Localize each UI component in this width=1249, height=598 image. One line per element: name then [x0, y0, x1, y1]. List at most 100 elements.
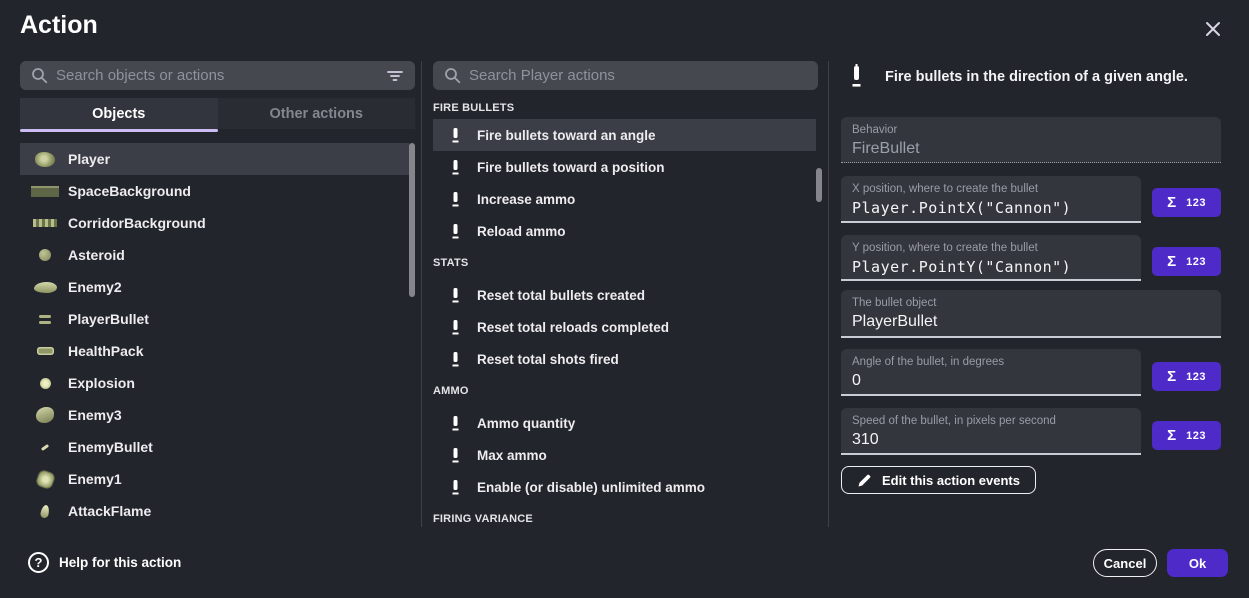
- object-item-healthpack[interactable]: HealthPack: [20, 335, 409, 367]
- filter-icon[interactable]: [375, 69, 404, 83]
- tab-other-actions[interactable]: Other actions: [218, 98, 416, 129]
- tab-objects-label: Objects: [92, 106, 145, 122]
- field-speed[interactable]: Speed of the bullet, in pixels per secon…: [841, 408, 1141, 455]
- actions-search-input[interactable]: [461, 67, 818, 84]
- category-header: FIRING VARIANCE: [433, 503, 816, 527]
- object-item-spacebackground[interactable]: SpaceBackground: [20, 175, 409, 207]
- object-label: Enemy1: [68, 471, 122, 487]
- help-label: Help for this action: [59, 555, 181, 570]
- action-item-reset-total-reloads-completed[interactable]: Reset total reloads completed: [433, 311, 816, 343]
- action-item-fire-bullets-toward-a-position[interactable]: Fire bullets toward a position: [433, 151, 816, 183]
- object-item-attackflame[interactable]: AttackFlame: [20, 495, 409, 527]
- action-item-max-ammo[interactable]: Max ammo: [433, 439, 816, 471]
- object-label: HealthPack: [68, 343, 143, 359]
- action-label: Enable (or disable) unlimited ammo: [477, 480, 705, 495]
- object-item-playerbullet[interactable]: PlayerBullet: [20, 303, 409, 335]
- enemy1-sprite-icon: [30, 472, 60, 487]
- bullet-icon: [451, 351, 460, 368]
- action-item-enable-unlimited-ammo[interactable]: Enable (or disable) unlimited ammo: [433, 471, 816, 503]
- action-label: Fire bullets toward a position: [477, 160, 665, 175]
- field-value[interactable]: Player.PointY("Cannon"): [852, 258, 1130, 276]
- bullet-icon: [451, 447, 460, 464]
- sigma-icon: Σ: [1167, 253, 1176, 270]
- object-item-enemy1[interactable]: Enemy1: [20, 463, 409, 495]
- tab-objects[interactable]: Objects: [20, 98, 218, 129]
- action-item-reload-ammo[interactable]: Reload ammo: [433, 215, 816, 247]
- field-angle[interactable]: Angle of the bullet, in degrees 0: [841, 349, 1141, 396]
- cancel-button[interactable]: Cancel: [1093, 549, 1157, 577]
- field-label: Speed of the bullet, in pixels per secon…: [852, 415, 1130, 427]
- corridorbackground-sprite-icon: [30, 219, 60, 227]
- actions-list: FIRE BULLETS Fire bullets toward an angl…: [433, 96, 816, 527]
- ok-button[interactable]: Ok: [1167, 549, 1228, 577]
- field-value[interactable]: 310: [852, 431, 1130, 449]
- action-item-fire-bullets-toward-an-angle[interactable]: Fire bullets toward an angle: [433, 119, 816, 151]
- action-label: Reset total bullets created: [477, 288, 645, 303]
- enemy2-sprite-icon: [30, 282, 60, 293]
- asteroid-sprite-icon: [30, 249, 60, 261]
- object-item-enemy2[interactable]: Enemy2: [20, 271, 409, 303]
- field-y-position[interactable]: Y position, where to create the bullet P…: [841, 235, 1141, 281]
- field-x-position[interactable]: X position, where to create the bullet P…: [841, 176, 1141, 223]
- bullet-icon: [451, 223, 460, 240]
- healthpack-sprite-icon: [30, 347, 60, 355]
- field-label: The bullet object: [852, 297, 1210, 309]
- objects-search-input[interactable]: [48, 67, 375, 84]
- action-label: Reset total shots fired: [477, 352, 619, 367]
- bullet-icon: [451, 479, 460, 496]
- enemybullet-sprite-icon: [30, 446, 60, 449]
- field-label: Angle of the bullet, in degrees: [852, 356, 1130, 368]
- bullet-icon: [451, 159, 460, 176]
- expression-editor-button[interactable]: Σ 123: [1152, 247, 1221, 276]
- field-bullet-object[interactable]: The bullet object PlayerBullet: [841, 290, 1221, 338]
- expression-editor-button[interactable]: Σ 123: [1152, 421, 1221, 450]
- category-header: STATS: [433, 247, 816, 279]
- field-label: Y position, where to create the bullet: [852, 242, 1130, 254]
- field-behavior: Behavior FireBullet: [841, 117, 1221, 163]
- object-item-asteroid[interactable]: Asteroid: [20, 239, 409, 271]
- pencil-icon: [857, 473, 872, 488]
- field-value[interactable]: 0: [852, 372, 1130, 390]
- left-tabs: Objects Other actions: [20, 98, 415, 129]
- bullet-icon: [451, 127, 460, 144]
- action-item-reset-total-shots-fired[interactable]: Reset total shots fired: [433, 343, 816, 375]
- bullet-icon: [451, 191, 460, 208]
- action-item-increase-ammo[interactable]: Increase ammo: [433, 183, 816, 215]
- object-label: CorridorBackground: [68, 215, 206, 231]
- object-label: Explosion: [68, 375, 135, 391]
- page-title: Action: [20, 11, 98, 40]
- action-item-reset-total-bullets-created[interactable]: Reset total bullets created: [433, 279, 816, 311]
- object-item-corridorbackground[interactable]: CorridorBackground: [20, 207, 409, 239]
- attackflame-sprite-icon: [30, 505, 60, 518]
- expression-editor-button[interactable]: Σ 123: [1152, 188, 1221, 217]
- object-label: Enemy2: [68, 279, 122, 295]
- object-item-player[interactable]: Player: [20, 143, 409, 175]
- objects-list-scrollbar[interactable]: [409, 143, 415, 297]
- field-value[interactable]: PlayerBullet: [852, 313, 1210, 331]
- field-value: FireBullet: [852, 140, 1210, 158]
- action-description-row: Fire bullets in the direction of a given…: [850, 64, 1215, 90]
- object-label: PlayerBullet: [68, 311, 149, 327]
- actions-list-scrollbar[interactable]: [816, 168, 822, 202]
- object-label: EnemyBullet: [68, 439, 153, 455]
- edit-action-events-button[interactable]: Edit this action events: [841, 466, 1036, 494]
- numbers-icon: 123: [1186, 371, 1206, 383]
- action-dialog: Action Objects Other actions Player Spac…: [0, 0, 1249, 598]
- explosion-sprite-icon: [30, 378, 60, 389]
- sigma-icon: Σ: [1167, 427, 1176, 444]
- tab-other-actions-label: Other actions: [270, 106, 363, 122]
- object-item-explosion[interactable]: Explosion: [20, 367, 409, 399]
- expression-editor-button[interactable]: Σ 123: [1152, 362, 1221, 391]
- middle-right-divider: [828, 61, 829, 527]
- action-item-ammo-quantity[interactable]: Ammo quantity: [433, 407, 816, 439]
- object-label: Asteroid: [68, 247, 125, 263]
- tab-active-underline: [20, 129, 218, 132]
- object-item-enemybullet[interactable]: EnemyBullet: [20, 431, 409, 463]
- field-value[interactable]: Player.PointX("Cannon"): [852, 199, 1130, 217]
- help-button[interactable]: ? Help for this action: [28, 552, 181, 573]
- objects-list: Player SpaceBackground CorridorBackgroun…: [20, 143, 409, 527]
- search-icon: [444, 67, 461, 84]
- object-label: Player: [68, 151, 110, 167]
- object-item-enemy3[interactable]: Enemy3: [20, 399, 409, 431]
- category-header: AMMO: [433, 375, 816, 407]
